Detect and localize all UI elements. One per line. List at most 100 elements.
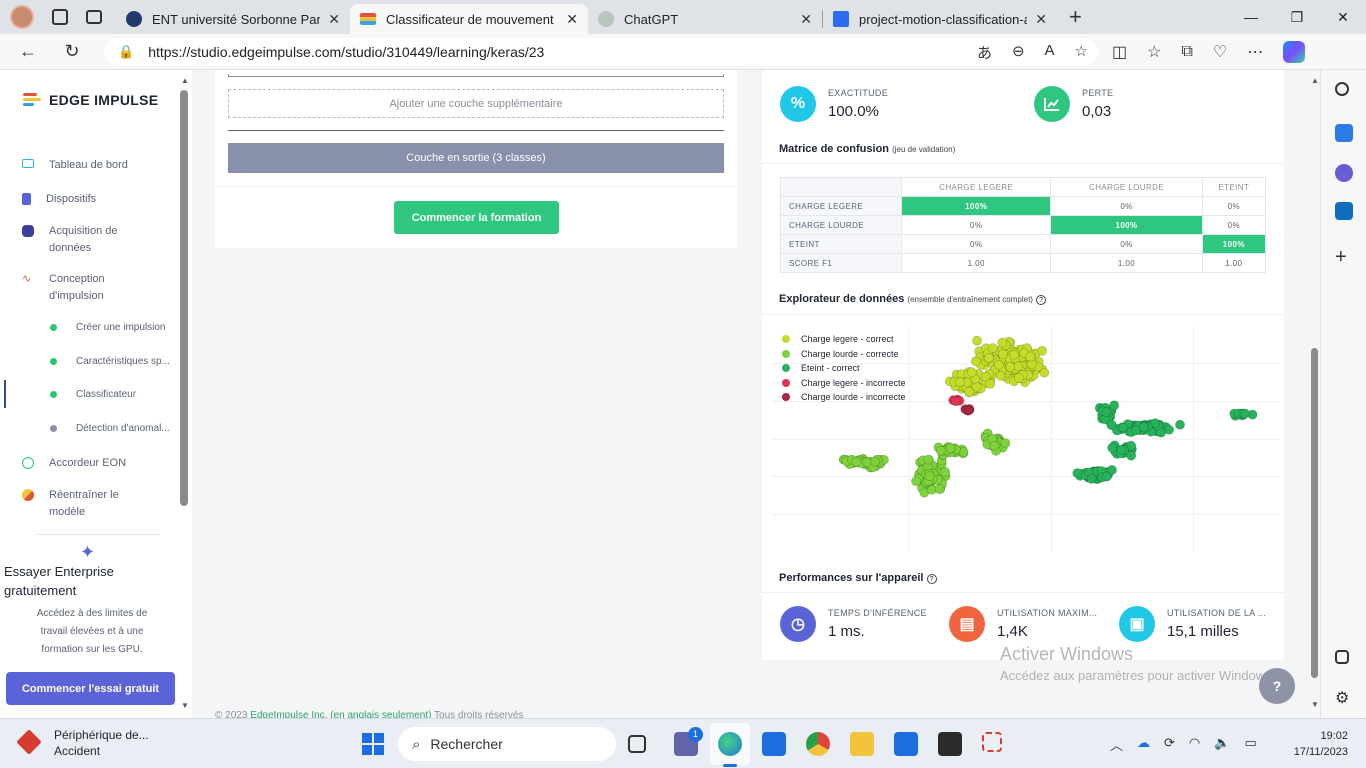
minimize-button[interactable]: — — [1228, 9, 1274, 25]
scroll-up-arrow[interactable]: ▲ — [1311, 76, 1319, 85]
legend-item[interactable]: Charge lourde - incorrecte — [782, 390, 906, 405]
collections-icon[interactable]: ⧉ — [1181, 43, 1192, 61]
data-point — [1101, 471, 1112, 482]
data-point — [955, 377, 965, 387]
refresh-button[interactable]: ↻ — [52, 41, 92, 62]
nav-spectral-features[interactable]: Caractéristiques sp... — [50, 356, 170, 367]
battery-icon[interactable]: ▭ — [1244, 735, 1256, 754]
sync-icon[interactable]: ⟳ — [1164, 735, 1175, 754]
tab-actions-icon[interactable] — [86, 10, 102, 24]
data-point — [1116, 444, 1127, 455]
favorites-icon[interactable]: ☆ — [1147, 42, 1161, 62]
chrome-icon[interactable] — [806, 732, 830, 756]
url-field[interactable]: 🔒 https://studio.edgeimpulse.com/studio/… — [104, 38, 1098, 66]
volume-icon[interactable]: 🔈 — [1214, 735, 1230, 754]
edge-impulse-logo[interactable]: EDGE IMPULSE — [23, 92, 158, 108]
translate-icon[interactable]: あ — [977, 42, 992, 63]
task-view-icon[interactable] — [628, 735, 646, 753]
tab-chatgpt[interactable]: ChatGPT ✕ — [588, 4, 822, 34]
add-icon[interactable]: + — [1335, 246, 1353, 268]
sidebar-toggle-icon[interactable] — [1335, 650, 1349, 664]
data-point — [1164, 424, 1174, 435]
page-scrollbar[interactable] — [1311, 348, 1318, 678]
start-free-trial-button[interactable]: Commencer l'essai gratuit — [6, 672, 175, 705]
legend-item[interactable]: Eteint - correct — [782, 361, 906, 376]
onedrive-icon[interactable]: ☁ — [1137, 735, 1150, 754]
tab-google-doc[interactable]: project-motion-classification-and ✕ — [823, 4, 1057, 34]
nav-classifier[interactable]: Classificateur — [50, 389, 136, 400]
start-training-button[interactable]: Commencer la formation — [394, 201, 559, 234]
help-button[interactable]: ? — [1259, 668, 1295, 704]
more-menu-icon[interactable]: ⋯ — [1247, 42, 1263, 62]
help-icon[interactable]: ? — [926, 574, 937, 584]
data-point — [851, 456, 862, 467]
status-dot — [50, 358, 57, 365]
back-button[interactable]: ← — [8, 41, 48, 62]
nav-eon-tuner[interactable]: Accordeur EON — [22, 455, 126, 472]
sidebar-scrollbar[interactable] — [180, 90, 188, 506]
footer-link[interactable]: EdgeImpulse Inc. (en anglais seulement) — [250, 710, 431, 718]
snipping-tool-icon[interactable] — [982, 732, 1002, 752]
settings-gear-icon[interactable]: ⚙ — [1335, 688, 1353, 707]
data-point — [972, 335, 982, 346]
copilot-icon[interactable] — [1283, 41, 1306, 63]
chevron-up-icon[interactable]: ︿ — [1110, 735, 1123, 754]
close-icon[interactable]: ✕ — [328, 11, 340, 28]
data-point — [985, 379, 995, 389]
retrain-icon — [22, 489, 34, 501]
data-point — [870, 456, 881, 467]
file-explorer-icon[interactable] — [850, 732, 874, 756]
profile-avatar[interactable] — [10, 5, 34, 29]
scroll-up-arrow[interactable]: ▲ — [181, 76, 189, 85]
wifi-icon[interactable]: ◠ — [1189, 735, 1200, 754]
nav-impulse-design[interactable]: ∿ Conception d'impulsion — [22, 271, 132, 305]
new-tab-button[interactable]: + — [1069, 4, 1082, 30]
legend-item[interactable]: Charge legere - incorrecte — [782, 376, 906, 391]
outlook-icon[interactable] — [1335, 202, 1353, 220]
edge-icon[interactable] — [718, 732, 742, 756]
nav-create-impulse[interactable]: Créer une impulsion — [50, 322, 166, 333]
performance-icon[interactable]: ♡ — [1213, 42, 1227, 62]
add-layer-button[interactable]: Ajouter une couche supplémentaire — [228, 89, 724, 118]
taskbar-search[interactable]: ⌕ Rechercher — [398, 727, 616, 761]
tab-ent[interactable]: ENT université Sorbonne Paris No ✕ — [116, 4, 350, 34]
close-icon[interactable]: ✕ — [800, 11, 812, 28]
close-icon[interactable]: ✕ — [1035, 11, 1047, 28]
split-screen-icon[interactable]: ◫ — [1112, 42, 1127, 62]
data-point — [989, 440, 1000, 451]
address-bar-row: ← ↻ 🔒 https://studio.edgeimpulse.com/stu… — [0, 34, 1366, 70]
store-icon[interactable] — [894, 732, 918, 756]
close-window-button[interactable]: ✕ — [1320, 9, 1366, 26]
restore-button[interactable]: ❐ — [1274, 9, 1320, 26]
windows-start-icon[interactable] — [362, 733, 384, 755]
favorite-star-icon[interactable]: ☆ — [1075, 42, 1088, 63]
close-icon[interactable]: ✕ — [566, 11, 578, 28]
taskbar-clock[interactable]: 19:02 17/11/2023 — [1286, 728, 1348, 760]
read-aloud-icon[interactable]: A — [1045, 42, 1055, 63]
column-header: CHARGE LEGERE — [900, 177, 1052, 197]
terminal-icon[interactable] — [938, 732, 962, 756]
loss-metric: PERTE 0,03 — [1034, 86, 1113, 122]
nav-dashboard[interactable]: Tableau de bord — [22, 157, 128, 174]
zoom-icon[interactable]: ⊖ — [1012, 42, 1025, 63]
shopping-icon[interactable] — [1335, 124, 1353, 142]
scroll-down-arrow[interactable]: ▼ — [181, 701, 189, 710]
nav-retrain[interactable]: Réentraîner le modèle — [22, 487, 132, 521]
scroll-down-arrow[interactable]: ▼ — [1311, 700, 1319, 709]
data-point — [1005, 362, 1016, 372]
taskbar-notification[interactable]: Périphérique de... Accident — [16, 727, 149, 759]
mail-icon[interactable] — [762, 732, 786, 756]
help-icon[interactable]: ? — [1036, 295, 1047, 305]
nav-devices[interactable]: Dispositifs — [22, 191, 96, 208]
legend-item[interactable]: Charge lourde - correcte — [782, 347, 906, 362]
nav-anomaly-detection[interactable]: Détection d'anomal... — [50, 423, 170, 434]
nav-data-acquisition[interactable]: Acquisition de données — [22, 223, 132, 257]
tab-edge-impulse[interactable]: Classificateur de mouvement ind ✕ — [350, 4, 588, 34]
lock-icon[interactable]: 🔒 — [118, 44, 134, 60]
tools-icon[interactable] — [1335, 164, 1353, 182]
legend-item[interactable]: Charge legere - correct — [782, 332, 906, 347]
search-icon[interactable] — [1335, 82, 1349, 96]
collections-icon[interactable] — [52, 9, 68, 25]
chart-icon — [1034, 86, 1070, 122]
data-point — [1009, 349, 1019, 360]
